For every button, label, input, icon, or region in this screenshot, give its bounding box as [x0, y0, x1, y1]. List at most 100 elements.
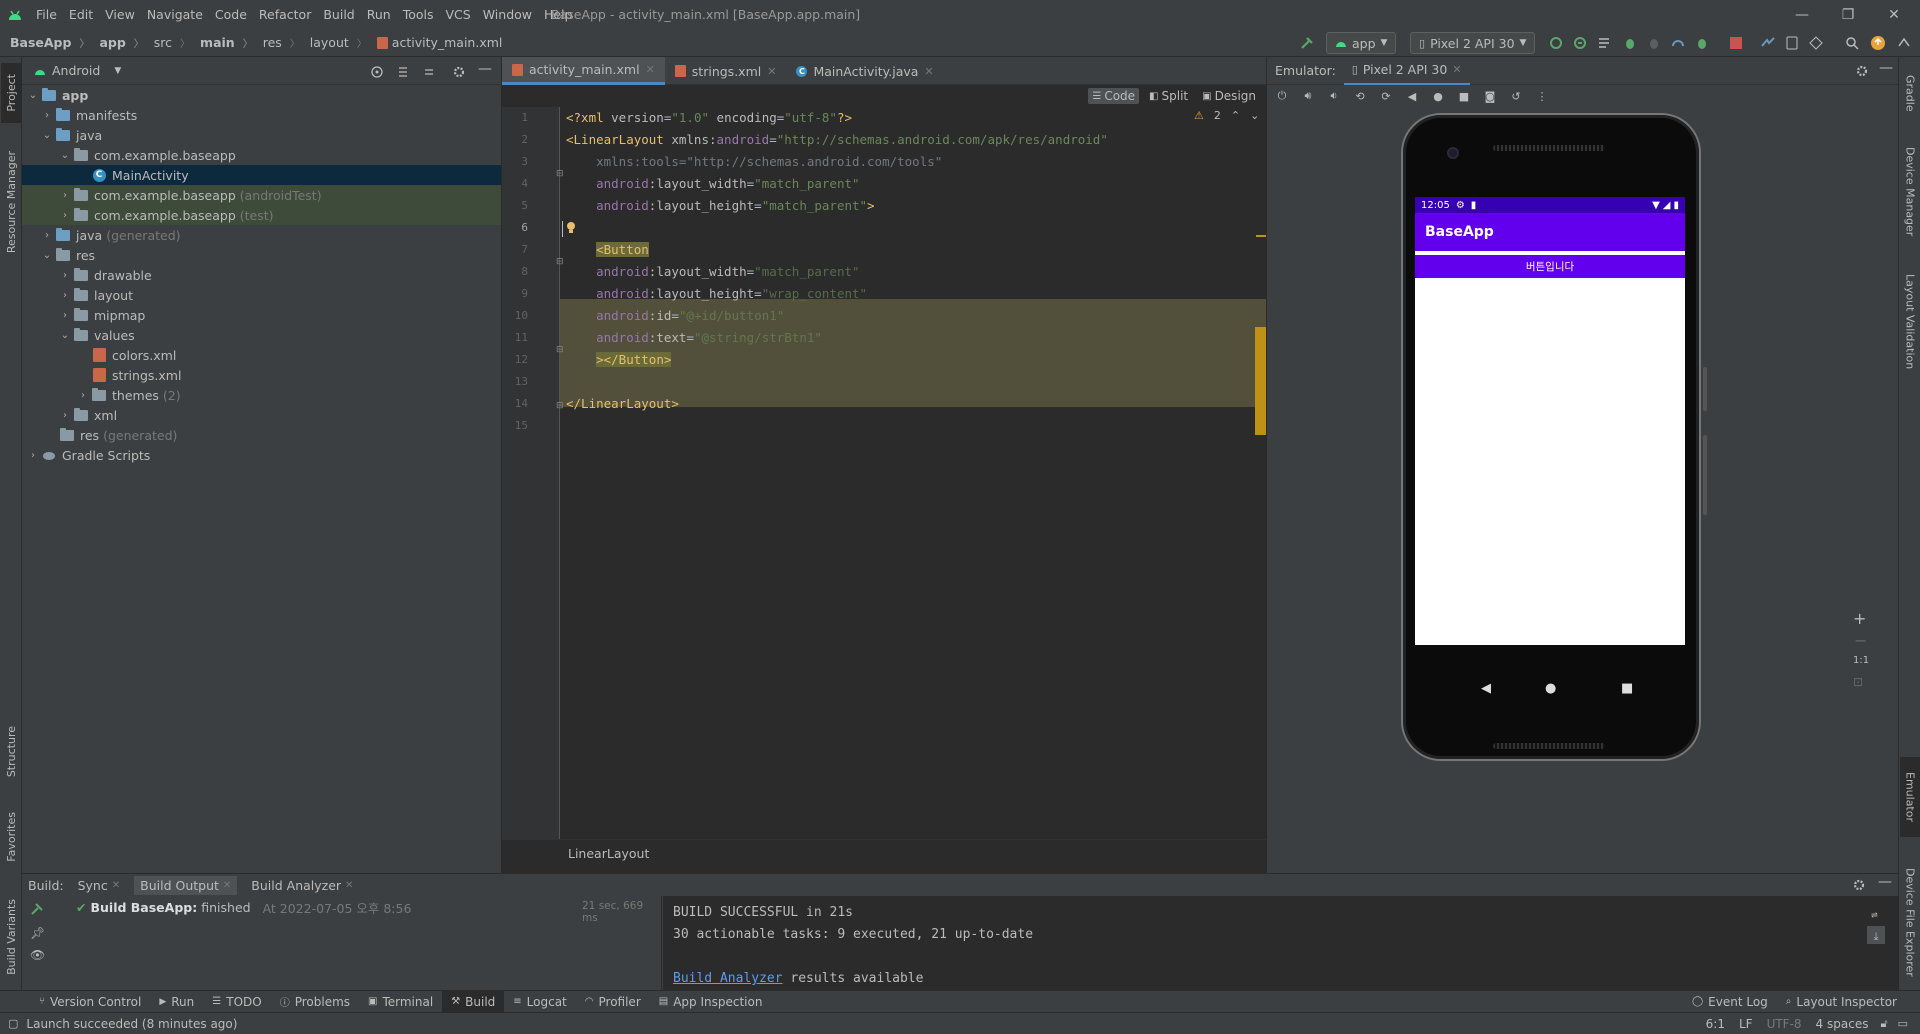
rotate-left-icon[interactable]: ⟲	[1353, 89, 1367, 103]
zoom-fit-icon[interactable]: ⊡	[1853, 675, 1863, 689]
device-combo[interactable]: ▯ Pixel 2 API 30 ▼	[1410, 32, 1536, 54]
code-line-1[interactable]: <?xml version="1.0" encoding="utf-8"?>	[566, 107, 852, 129]
code-line-4[interactable]: android:layout_width="match_parent"	[566, 173, 859, 195]
close-window-icon[interactable]: ✕	[1871, 0, 1917, 29]
scroll-to-end-icon[interactable]: ⤓	[1867, 926, 1885, 944]
tool-logcat[interactable]: ≡ Logcat	[504, 991, 575, 1013]
back-icon[interactable]: ◀	[1405, 89, 1419, 103]
status-message[interactable]: Launch succeeded (8 minutes ago)	[26, 1017, 237, 1031]
menu-tools[interactable]: Tools	[397, 0, 440, 29]
stripe-project-tab[interactable]: Project	[1, 63, 21, 123]
tree-item-layout[interactable]: › layout	[22, 285, 501, 305]
tool-problems[interactable]: ⓘ Problems	[271, 991, 359, 1013]
run-config-combo[interactable]: app ▼	[1326, 32, 1397, 54]
tool-profiler[interactable]: ◠ Profiler	[576, 991, 650, 1013]
tree-item-java-generated[interactable]: › java (generated)	[22, 225, 501, 245]
tree-item-themes[interactable]: › themes (2)	[22, 385, 501, 405]
code-line-9[interactable]: android:layout_height="wrap_content"	[566, 283, 867, 305]
tree-item-gradle-scripts[interactable]: › Gradle Scripts	[22, 445, 501, 465]
stripe-structure-tab[interactable]: Structure	[1, 717, 21, 787]
hide-panel-icon[interactable]: —	[1878, 874, 1892, 890]
menu-build[interactable]: Build	[317, 0, 360, 29]
chevron-down-icon[interactable]: ▼	[114, 66, 121, 76]
pin-icon[interactable]: 📌︎	[30, 926, 45, 940]
build-output-console[interactable]: BUILD SUCCESSFUL in 21s 30 actionable ta…	[663, 896, 1898, 991]
tool-layout-inspector[interactable]: ⌕ Layout Inspector	[1777, 991, 1906, 1013]
snapshot-icon[interactable]: ↺	[1509, 89, 1523, 103]
menu-vcs[interactable]: VCS	[440, 0, 477, 29]
breadcrumb-src[interactable]: src 〉	[144, 35, 190, 50]
tool-terminal[interactable]: ▣ Terminal	[359, 991, 442, 1013]
rerun-icon[interactable]	[1594, 32, 1614, 54]
stripe-device-manager-tab[interactable]: Device Manager	[1900, 137, 1920, 247]
view-code-button[interactable]: ☰ Code	[1088, 88, 1140, 104]
apply-changes-icon[interactable]	[1546, 32, 1566, 54]
android-home-button[interactable]: ●	[1545, 681, 1556, 696]
attach-process-icon[interactable]	[1692, 32, 1712, 54]
tab-sync[interactable]: Sync ✕	[78, 878, 121, 893]
tree-item-res-generated[interactable]: res (generated)	[22, 425, 501, 445]
tree-item-xml[interactable]: › xml	[22, 405, 501, 425]
tree-item-drawable[interactable]: › drawable	[22, 265, 501, 285]
tree-item-values[interactable]: ⌄ values	[22, 325, 501, 345]
build-analyzer-link[interactable]: Build Analyzer	[673, 971, 783, 986]
file-encoding[interactable]: UTF-8	[1767, 1017, 1802, 1031]
breadcrumb-layout[interactable]: layout 〉	[300, 35, 367, 50]
tree-item-mainactivity[interactable]: C MainActivity	[22, 165, 501, 185]
gear-icon[interactable]	[1855, 64, 1869, 78]
stripe-build-variants-tab[interactable]: Build Variants	[1, 887, 21, 987]
indent-setting[interactable]: 4 spaces	[1816, 1017, 1869, 1031]
profile-icon[interactable]	[1668, 32, 1688, 54]
eye-icon[interactable]: 👁︎	[30, 948, 45, 962]
breadcrumb-main[interactable]: main 〉	[190, 35, 253, 50]
locate-file-icon[interactable]	[370, 65, 384, 79]
home-icon[interactable]: ●	[1431, 89, 1445, 103]
tree-item-strings-xml[interactable]: strings.xml	[22, 365, 501, 385]
menu-navigate[interactable]: Navigate	[141, 0, 209, 29]
code-line-15[interactable]: </LinearLayout>	[566, 393, 679, 415]
volume-down-icon[interactable]: 🔉︎	[1327, 89, 1341, 103]
code-line-5[interactable]: android:layout_height="match_parent">	[566, 195, 874, 217]
breadcrumb-res[interactable]: res 〉	[253, 35, 300, 50]
emulator-device-tab[interactable]: ▯ Pixel 2 API 30 ✕	[1343, 57, 1470, 85]
screenshot-icon[interactable]: ◙	[1483, 89, 1497, 103]
tree-item-app[interactable]: ⌄ app	[22, 85, 501, 105]
phone-screen[interactable]: 12:05 ⚙ ▮ ▼ ◢ ▮ BaseApp 버튼입니다	[1415, 197, 1685, 645]
inspection-widget[interactable]: ⚠ 2 ⌃ ⌄	[1194, 109, 1259, 122]
minimize-icon[interactable]: —	[1779, 0, 1825, 29]
menu-view[interactable]: View	[99, 0, 141, 29]
tree-item-colors-xml[interactable]: colors.xml	[22, 345, 501, 365]
caret-position[interactable]: 6:1	[1706, 1017, 1725, 1031]
sdk-manager-icon[interactable]	[1806, 32, 1826, 54]
android-back-button[interactable]: ◀	[1481, 681, 1491, 696]
volume-up-icon[interactable]: 🔊︎	[1301, 89, 1315, 103]
rotate-right-icon[interactable]: ⟳	[1379, 89, 1393, 103]
menu-refactor[interactable]: Refactor	[253, 0, 317, 29]
apply-code-changes-icon[interactable]	[1570, 32, 1590, 54]
view-split-button[interactable]: ◧ Split	[1145, 88, 1192, 104]
lightbulb-icon[interactable]	[566, 221, 576, 235]
code-line-3[interactable]: xmlns:tools="http://schemas.android.com/…	[566, 151, 942, 173]
tool-run[interactable]: ▶ Run	[150, 991, 203, 1013]
tree-item-java[interactable]: ⌄ java	[22, 125, 501, 145]
editor-breadcrumb[interactable]: LinearLayout	[502, 839, 1266, 873]
tree-item-package-androidtest[interactable]: › com.example.baseapp (androidTest)	[22, 185, 501, 205]
avd-manager-icon[interactable]	[1782, 32, 1802, 54]
attach-debugger-icon[interactable]	[1644, 32, 1664, 54]
tree-item-manifests[interactable]: › manifests	[22, 105, 501, 125]
stripe-gradle-tab[interactable]: Gradle	[1900, 63, 1920, 123]
gear-icon[interactable]	[452, 65, 466, 79]
view-design-button[interactable]: ▣ Design	[1198, 88, 1260, 104]
stop-icon[interactable]	[1726, 32, 1746, 54]
hide-panel-icon[interactable]: —	[1879, 60, 1893, 76]
tab-activity-main-xml[interactable]: activity_main.xml ✕	[502, 57, 665, 85]
tree-item-mipmap[interactable]: › mipmap	[22, 305, 501, 325]
breadcrumb-file[interactable]: activity_main.xml	[367, 35, 502, 50]
overview-icon[interactable]: ■	[1457, 89, 1471, 103]
breadcrumb-module[interactable]: app 〉	[89, 35, 143, 50]
code-line-10[interactable]: android:id="@+id/button1"	[566, 305, 784, 327]
memory-indicator-icon[interactable]: ▭	[1898, 1017, 1908, 1030]
maximize-icon[interactable]: ❐	[1825, 0, 1871, 29]
search-everywhere-icon[interactable]	[1842, 32, 1862, 54]
project-view-selector[interactable]: Android	[52, 63, 100, 78]
